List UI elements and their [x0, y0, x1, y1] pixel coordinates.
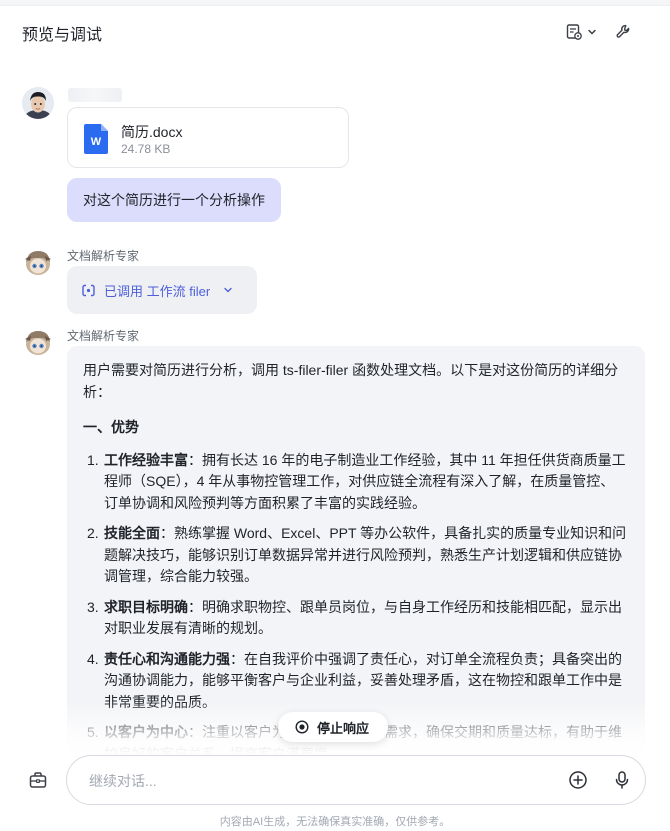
list-item: 3. 求职目标明确：明确求职物控、跟单员岗位，与自身工作经历和技能相匹配，显示出对… [87, 598, 622, 637]
stop-response-label: 停止响应 [317, 720, 370, 736]
stop-icon [295, 720, 309, 734]
toolbox-icon [29, 772, 47, 788]
message-composer [66, 755, 646, 805]
message-input[interactable] [89, 769, 529, 793]
toolbox-button[interactable] [24, 766, 52, 794]
attached-file-card[interactable]: W 简历.docx 24.78 KB [67, 107, 349, 168]
wrench-icon [616, 24, 630, 38]
bot-avatar [22, 247, 54, 279]
document-settings-button[interactable] [565, 20, 601, 44]
workflow-icon [82, 284, 95, 296]
advantages-list: 1. 工作经验丰富：拥有长达 16 年的电子制造业工作经验，其中 11 年担任供货… [83, 450, 627, 757]
tools-button[interactable] [615, 20, 637, 44]
chevron-down-icon [588, 29, 596, 35]
workflow-call-chip[interactable]: 已调用 工作流 filer [67, 266, 257, 314]
plus-circle-icon[interactable] [567, 769, 589, 791]
chevron-down-icon [224, 287, 232, 293]
bot-answer-bubble: 用户需要对简历进行分析，调用 ts-filer-filer 函数处理文档。以下是… [67, 346, 645, 756]
list-item: 4. 责任心和沟通能力强：在自我评价中强调了责任心，对订单全流程负责；具备突出的沟… [87, 650, 622, 710]
answer-intro: 用户需要对简历进行分析，调用 ts-filer-filer 函数处理文档。以下是… [83, 362, 619, 400]
stop-response-button[interactable]: 停止响应 [278, 712, 388, 742]
list-item: 2. 技能全面：熟练掌握 Word、Excel、PPT 等办公软件，具备扎实的质量… [87, 525, 627, 584]
bot-avatar [22, 327, 54, 359]
list-item: 1. 工作经验丰富：拥有长达 16 年的电子制造业工作经验，其中 11 年担任供货… [87, 451, 626, 511]
answer-section-title: 一、优势 [83, 419, 139, 435]
user-message-bubble: 对这个简历进行一个分析操作 [67, 178, 281, 222]
bot-sender-name: 文档解析专家 [67, 329, 140, 343]
page-title: 预览与调试 [22, 27, 103, 44]
document-settings-icon [566, 24, 582, 40]
word-doc-icon: W [84, 124, 108, 154]
ai-disclaimer: 内容由AI生成，无法确保真实准确，仅供参考。 [219, 816, 451, 828]
microphone-icon[interactable] [611, 769, 633, 791]
file-size: 24.78 KB [121, 142, 171, 156]
file-name: 简历.docx [121, 124, 183, 140]
bot-sender-name: 文档解析专家 [67, 249, 140, 263]
user-avatar [22, 87, 54, 119]
header: 预览与调试 [0, 6, 670, 56]
workflow-chip-label: 已调用 工作流 filer [104, 283, 211, 299]
user-name-blurred [68, 88, 122, 102]
svg-text:W: W [91, 136, 102, 148]
